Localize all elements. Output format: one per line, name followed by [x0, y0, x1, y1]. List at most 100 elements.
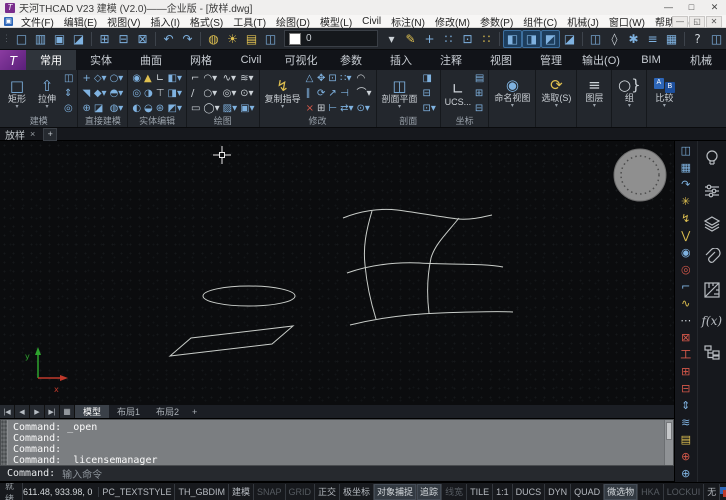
add-layout-button[interactable]: + [187, 407, 202, 417]
drawing-canvas[interactable]: x y [0, 141, 674, 405]
menu-item[interactable]: 格式(S) [185, 14, 228, 29]
separator[interactable] [200, 32, 201, 46]
ucs-world-icon[interactable]: ⊞ [474, 86, 485, 101]
corner-arrow-icon[interactable]: ⌐ [681, 278, 690, 295]
union-icon[interactable]: ◉ [131, 71, 142, 86]
mdi-restore-button[interactable]: ◱ [689, 16, 705, 28]
ime-language-icon[interactable] [720, 487, 726, 497]
polyline-icon[interactable]: ⌐ [190, 71, 201, 86]
check-solid-icon[interactable]: ⊛ [155, 101, 166, 116]
new-file-icon[interactable]: □ [12, 30, 31, 48]
viewport-icon[interactable]: ◫ [681, 142, 691, 159]
polysolid-icon[interactable]: ◫ [63, 71, 74, 86]
print-icon[interactable]: ◫ [261, 30, 280, 48]
cylinder-icon[interactable]: ○▾ [109, 71, 125, 86]
camera-icon[interactable]: ◉ [681, 244, 691, 261]
ribbon-tab[interactable]: 机械 [676, 50, 726, 70]
menu-item[interactable]: 组件(C) [518, 14, 562, 29]
new-tab-button[interactable]: + [43, 128, 57, 141]
move-face-icon[interactable]: + [81, 71, 91, 86]
ellipse-entity[interactable] [203, 286, 295, 306]
menu-item[interactable]: 模型(L) [315, 14, 357, 29]
status-toggle[interactable]: 线宽 [442, 484, 467, 500]
fillet-icon[interactable]: ⌒▾ [355, 86, 372, 101]
scale-icon[interactable]: ↗ [327, 86, 338, 101]
render-icon[interactable]: ▦ [681, 159, 691, 176]
link-icon[interactable]: ⊠ [681, 329, 690, 346]
copy-icon[interactable]: ⊡ [327, 71, 338, 86]
separator[interactable] [582, 32, 583, 46]
move-icon[interactable]: ✥ [316, 71, 326, 86]
revcloud-icon[interactable]: ≋▾ [239, 71, 255, 86]
arc-icon[interactable]: ◠▾ [202, 71, 220, 86]
extract-edges-icon[interactable]: ⊕ [81, 101, 91, 116]
align-icon[interactable]: ⇄▾ [339, 101, 354, 116]
history-icon[interactable]: ◩▾ [167, 101, 183, 116]
ribbon-tab[interactable]: 插入 [376, 50, 426, 70]
command-input[interactable]: Command: 输入命令 [0, 466, 674, 482]
ucs-button[interactable]: ∟ UCS... [444, 81, 472, 107]
ribbon-tab[interactable]: 管理 [526, 50, 576, 70]
menu-item[interactable]: 修改(M) [430, 14, 475, 29]
layout-nav-button[interactable]: |◀ [0, 405, 15, 418]
panel-label[interactable]: 坐标 [443, 116, 486, 127]
command-scrollbar[interactable] [664, 420, 673, 465]
status-toggle[interactable]: TILE [467, 484, 493, 500]
mdi-close-button[interactable]: ✕ [706, 16, 722, 28]
array-icon[interactable]: ∷▾ [339, 71, 354, 86]
layout-nav-button[interactable]: ▶ [30, 405, 45, 418]
settings-icon[interactable]: ✱ [624, 30, 643, 48]
box-button[interactable]: □ 矩形 ▾ [3, 78, 31, 110]
match-properties-icon[interactable]: ✎ [401, 30, 420, 48]
rotate-icon[interactable]: ⟳ [316, 86, 326, 101]
status-toggle[interactable]: 正交 [315, 484, 340, 500]
menu-item[interactable]: 机械(J) [562, 14, 604, 29]
lengthen-icon[interactable]: ⊢ [327, 101, 338, 116]
ribbon-tab[interactable]: 网格 [176, 50, 226, 70]
save-as-icon[interactable]: ◪ [69, 30, 88, 48]
light-bulb-icon[interactable] [703, 149, 721, 167]
ribbon-tab[interactable]: 注释 [426, 50, 476, 70]
menu-item[interactable]: Civil [357, 16, 386, 27]
named-views-button[interactable]: ◉ 命名视图 ▾ [492, 77, 532, 109]
line-icon[interactable]: / [190, 86, 201, 101]
open-file-icon[interactable]: ▥ [31, 30, 50, 48]
publish-icon[interactable]: ⊠ [133, 30, 152, 48]
ribbon-tab[interactable]: 可视化 [276, 50, 326, 70]
status-toggle[interactable]: 建模 [229, 484, 254, 500]
section-plane-button[interactable]: ◫ 剖面平面 ▾ [380, 78, 420, 110]
subtract-icon[interactable]: ◎ [131, 86, 142, 101]
ribbon-logo[interactable]: T [0, 50, 26, 70]
magic-tool-icon[interactable]: ✳ [681, 193, 690, 210]
arrows-updown-icon[interactable]: ⇕ [681, 397, 690, 414]
hatch-icon[interactable]: ▨▾ [222, 101, 238, 116]
copy-guide-button[interactable]: ↯ 复制指导 ▾ [263, 78, 303, 110]
document-tab[interactable]: 放样 × [0, 127, 40, 142]
layout-tab[interactable]: 布局2 [148, 405, 187, 418]
shell-edit-icon[interactable]: ◨▾ [167, 86, 183, 101]
light-bulb-icon[interactable]: ◍ [204, 30, 223, 48]
section-settings-icon[interactable]: ⊡▾ [422, 101, 437, 116]
loft-wireframe-entity[interactable] [343, 209, 513, 325]
point-icon[interactable]: ⊙▾ [239, 86, 255, 101]
layer-state-icon[interactable]: ▤ [242, 30, 261, 48]
ribbon-tab[interactable]: 视图 [476, 50, 526, 70]
mirror-icon[interactable]: △ [305, 71, 315, 86]
break-icon[interactable]: ◠ [355, 71, 372, 86]
select-button[interactable]: ⟳ 选取(S) ▾ [539, 77, 573, 109]
navigation-sphere[interactable] [614, 149, 666, 201]
status-toggle[interactable]: 追踪 [417, 484, 442, 500]
layers-button[interactable]: ≡ 图层 ▾ [580, 77, 608, 109]
extrude-face-icon[interactable]: ∟ [155, 71, 166, 86]
ribbon-tab[interactable]: 输出(O) [576, 50, 626, 70]
separator[interactable] [155, 32, 156, 46]
command-window[interactable]: Command: _openCommand:Command:Command: _… [0, 419, 674, 466]
presspull-icon[interactable]: ⇕ [63, 86, 74, 101]
menu-item[interactable]: 绘图(D) [271, 14, 315, 29]
walk-icon[interactable]: ⋁ [681, 227, 690, 244]
grid-measure-icon[interactable] [703, 281, 721, 299]
extrude-button[interactable]: ⇧ 拉伸 ▾ [33, 78, 61, 110]
status-toggle[interactable]: SNAP [254, 484, 286, 500]
red-crosshair-icon[interactable]: ⊕ [681, 448, 690, 465]
status-toggle[interactable]: PC_TEXTSTYLE [99, 484, 175, 500]
